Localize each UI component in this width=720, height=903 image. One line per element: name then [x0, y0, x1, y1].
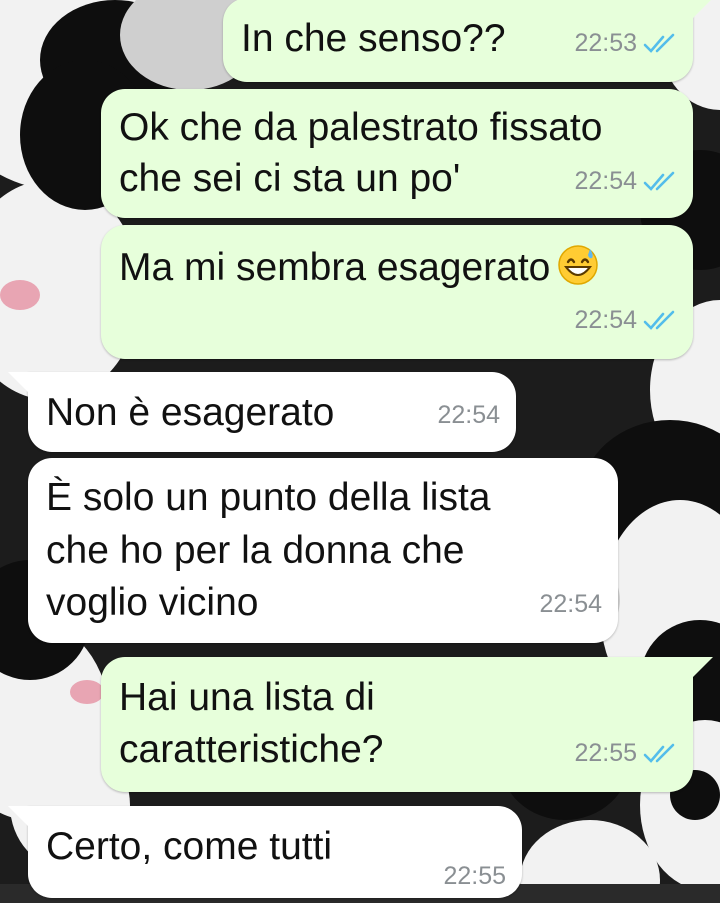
message-text-line: caratteristiche? — [119, 728, 384, 771]
grinning-face-with-sweat-icon — [558, 245, 599, 285]
message-text-line: che ho per la donna che — [46, 529, 465, 572]
message-meta: 22:55 — [574, 727, 679, 780]
message-meta: 22:54 — [574, 155, 679, 208]
message-bubble-incoming[interactable]: Non è esagerato 22:54 — [8, 372, 516, 452]
message-meta: 22:54 — [539, 578, 602, 631]
message-bubble-outgoing[interactable]: Hai una lista di caratteristiche? 22:55 — [101, 657, 713, 792]
message-time: 22:53 — [574, 29, 637, 57]
message-meta: 22:55 — [443, 850, 506, 903]
message-text-line: È solo un punto della lista — [46, 476, 491, 519]
message-bubble-incoming[interactable]: È solo un punto della lista che ho per l… — [28, 458, 618, 643]
double-check-icon — [643, 171, 675, 191]
message-time: 22:54 — [574, 306, 637, 334]
message-bubble-outgoing[interactable]: In che senso?? 22:53 — [223, 0, 713, 82]
double-check-icon — [643, 33, 675, 53]
message-bubble-outgoing[interactable]: Ok che da palestrato fissato che sei ci … — [101, 89, 693, 218]
message-text: In che senso?? — [241, 17, 506, 60]
message-time: 22:54 — [539, 590, 602, 618]
message-text-line: Ok che da palestrato fissato — [119, 106, 603, 149]
message-text-line: voglio vicino — [46, 581, 259, 624]
message-bubble-incoming[interactable]: Certo, come tutti 22:55 — [8, 806, 522, 898]
message-time: 22:55 — [574, 739, 637, 767]
message-time: 22:55 — [443, 862, 506, 890]
message-meta: 22:54 — [437, 389, 500, 442]
message-text: Certo, come tutti — [46, 825, 333, 868]
message-time: 22:54 — [574, 167, 637, 195]
message-text-line: che sei ci sta un po' — [119, 157, 461, 200]
message-bubble-outgoing[interactable]: Ma mi sembra esagerato 22:54 — [101, 225, 693, 359]
message-meta: 22:54 — [574, 294, 679, 347]
message-meta: 22:53 — [574, 17, 679, 70]
message-time: 22:54 — [437, 401, 500, 429]
message-text-line: Hai una lista di — [119, 676, 375, 719]
message-text: Non è esagerato — [46, 391, 335, 434]
double-check-icon — [643, 743, 675, 763]
message-text: Ma mi sembra esagerato — [119, 241, 600, 294]
double-check-icon — [643, 310, 675, 330]
